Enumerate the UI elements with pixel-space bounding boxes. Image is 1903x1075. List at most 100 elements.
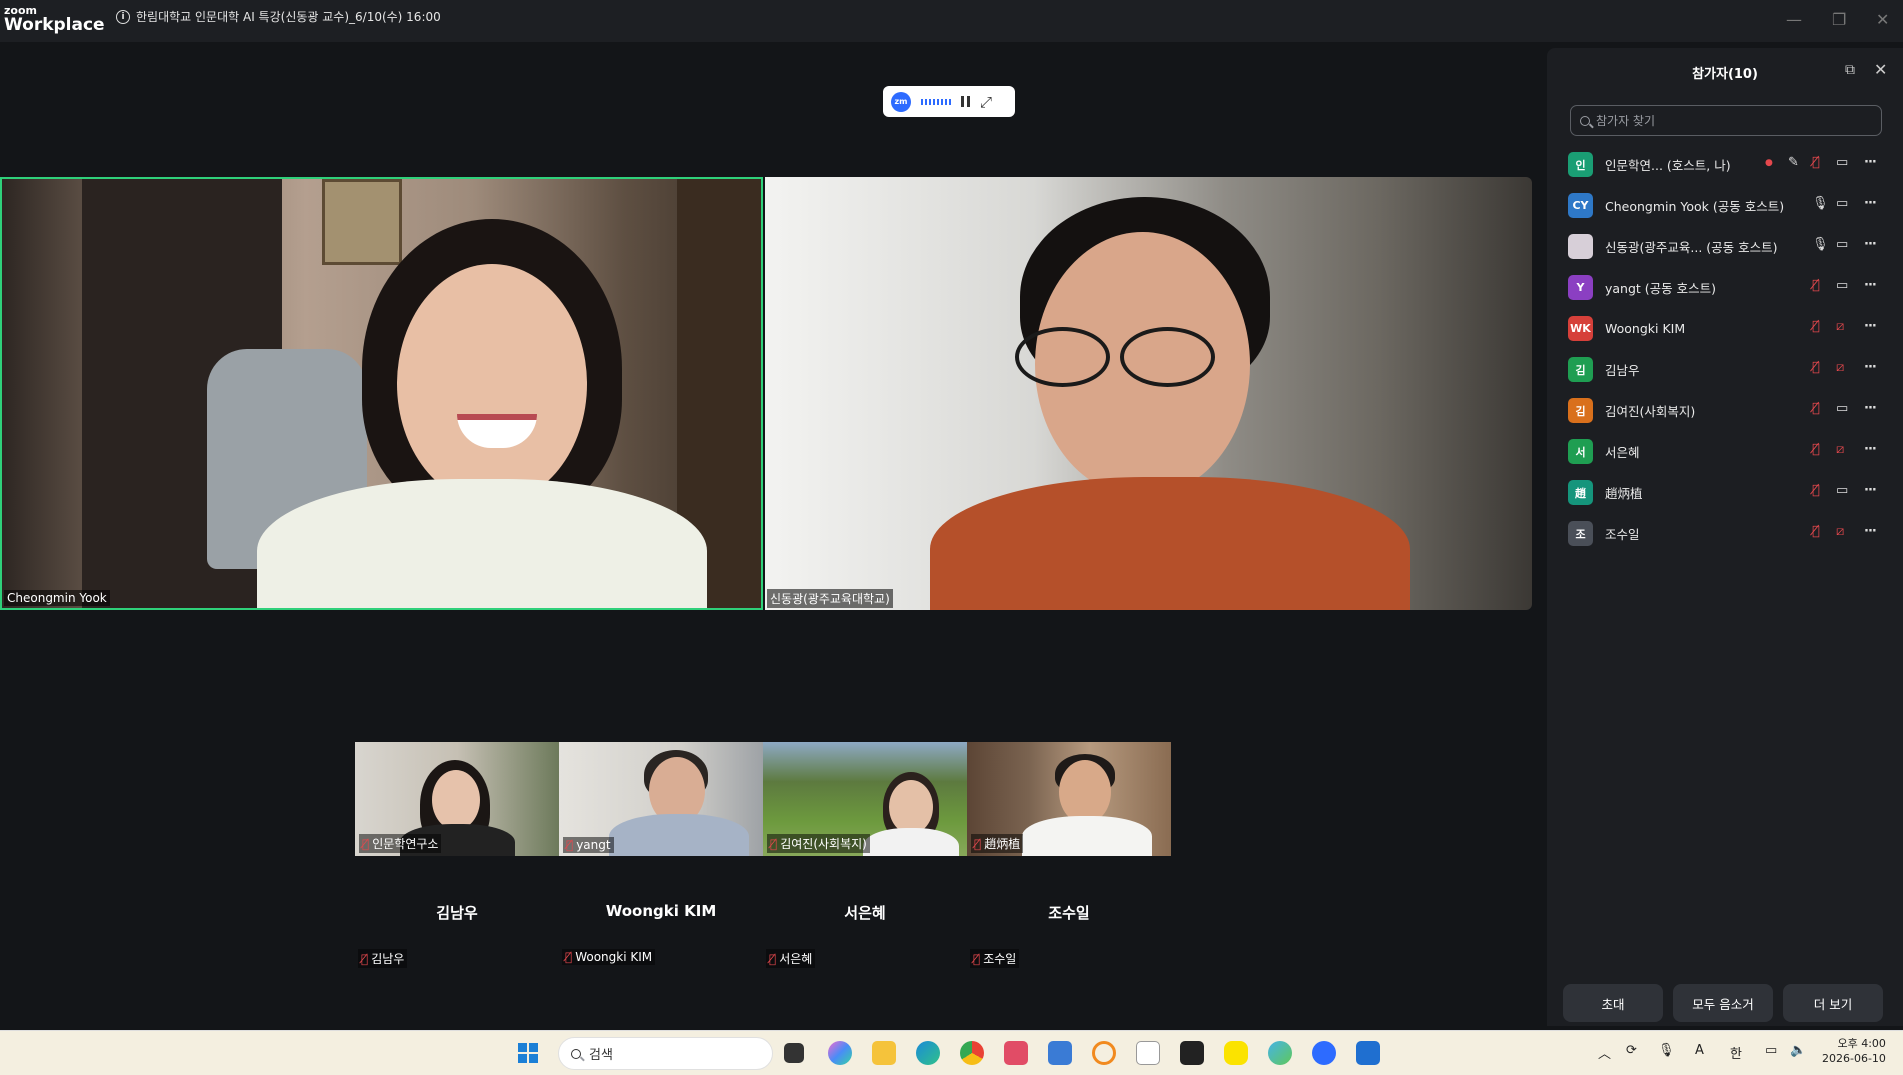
zoom-app-icon[interactable] xyxy=(1312,1041,1336,1065)
close-window-icon[interactable]: ✕ xyxy=(1876,10,1889,29)
more-icon[interactable]: ··· xyxy=(1864,197,1877,210)
no-video-label[interactable]: 🎙̸ 조수일 xyxy=(970,949,1020,968)
more-options-button[interactable]: 더 보기 xyxy=(1783,984,1883,1022)
microphone-icon[interactable]: 🎙 xyxy=(1658,1043,1675,1058)
mic-muted-icon[interactable]: 🎙̸ xyxy=(1812,484,1820,497)
video-icon[interactable]: ▭ xyxy=(1836,402,1848,415)
more-icon[interactable]: ··· xyxy=(1864,320,1877,333)
file-explorer-icon[interactable] xyxy=(872,1041,896,1065)
ime-mode-hangul[interactable]: 한 xyxy=(1730,1043,1742,1062)
copilot-icon[interactable] xyxy=(828,1041,852,1065)
video-icon[interactable]: ▭ xyxy=(1836,238,1848,251)
participant-name-label: 신동광(광주교육대학교) xyxy=(767,589,893,608)
video-tile-small[interactable]: 🎙̸ yangt xyxy=(559,742,763,856)
network-icon[interactable]: ▭ xyxy=(1765,1043,1777,1058)
edge-icon[interactable] xyxy=(916,1041,940,1065)
more-icon[interactable]: ··· xyxy=(1864,402,1877,415)
outlook-icon[interactable] xyxy=(1356,1041,1380,1065)
participant-row[interactable]: Yyangt (공동 호스트) 🎙̸ ▭ ··· xyxy=(1547,267,1903,308)
participant-row[interactable]: 趙趙炳植 🎙̸ ▭ ··· xyxy=(1547,472,1903,513)
info-icon[interactable]: i xyxy=(116,9,130,24)
task-view-icon[interactable] xyxy=(784,1043,804,1063)
minimize-icon[interactable]: — xyxy=(1786,10,1802,29)
video-icon[interactable]: ▭ xyxy=(1836,197,1848,210)
participant-name-label: 🎙̸ 김여진(사회복지) xyxy=(767,834,870,853)
mic-icon[interactable]: 🎙 xyxy=(1812,197,1829,210)
participant-row[interactable]: 서 서은혜 🎙̸ ⧄ ··· xyxy=(1547,431,1903,472)
globe-icon[interactable] xyxy=(1268,1041,1292,1065)
participant-name: yangt (공동 호스트) xyxy=(1605,281,1717,296)
participant-row[interactable]: 김 김남우 🎙̸ ⧄ ··· xyxy=(1547,349,1903,390)
mic-muted-icon[interactable]: 🎙̸ xyxy=(1812,361,1820,374)
video-tile-small[interactable]: 🎙̸ 김여진(사회복지) xyxy=(763,742,967,856)
video-tile-speaker[interactable]: Cheongmin Yook xyxy=(0,177,763,610)
no-video-label[interactable]: 🎙̸ Woongki KIM xyxy=(562,949,656,965)
more-icon[interactable]: ··· xyxy=(1864,279,1877,292)
no-video-label[interactable]: 🎙̸ 김남우 xyxy=(358,949,408,968)
video-off-icon[interactable]: ⧄ xyxy=(1836,443,1844,456)
show-hidden-icons[interactable]: ︿ xyxy=(1598,1043,1611,1062)
chrome-icon[interactable] xyxy=(960,1041,984,1065)
mic-muted-icon: 🎙̸ xyxy=(770,836,778,851)
expand-icon[interactable]: ⤢ xyxy=(980,93,992,111)
rename-icon[interactable]: ✎ xyxy=(1788,156,1799,169)
mic-muted-icon[interactable]: 🎙̸ xyxy=(1812,402,1820,415)
ime-mode-a[interactable]: A xyxy=(1695,1043,1704,1058)
participant-row[interactable]: 인 인문학연... (호스트, 나) ● ✎ 🎙̸ ▭ ··· xyxy=(1547,144,1903,185)
participant-controls: 🎙̸ ⧄ ··· xyxy=(1760,349,1895,390)
more-icon[interactable]: ··· xyxy=(1864,156,1877,169)
windows-start-icon[interactable] xyxy=(516,1041,540,1065)
search-app-icon[interactable] xyxy=(1092,1041,1116,1065)
participant-row[interactable]: WK Woongki KIM 🎙̸ ⧄ ··· xyxy=(1547,308,1903,349)
app-icon[interactable] xyxy=(1048,1041,1072,1065)
video-off-icon[interactable]: ⧄ xyxy=(1836,320,1844,333)
mic-icon[interactable]: 🎙 xyxy=(1812,238,1829,251)
mic-muted-icon[interactable]: 🎙̸ xyxy=(1812,443,1820,456)
system-clock[interactable]: 오후 4:00 2026-06-10 xyxy=(1822,1037,1886,1067)
video-tile-participant[interactable]: 신동광(광주교육대학교) xyxy=(765,177,1532,610)
mic-muted-icon: 🎙̸ xyxy=(361,951,369,966)
mic-muted-icon[interactable]: 🎙̸ xyxy=(1812,320,1820,333)
notepad-icon[interactable] xyxy=(1136,1041,1160,1065)
participant-search-input[interactable]: 참가자 찾기 xyxy=(1570,105,1882,136)
video-icon[interactable]: ▭ xyxy=(1836,484,1848,497)
more-icon[interactable]: ··· xyxy=(1864,238,1877,251)
mic-muted-icon[interactable]: 🎙̸ xyxy=(1812,156,1820,169)
video-icon[interactable]: ▭ xyxy=(1836,279,1848,292)
participant-row[interactable]: 조 조수일 🎙̸ ⧄ ··· xyxy=(1547,513,1903,554)
snipping-tool-icon[interactable] xyxy=(1004,1041,1028,1065)
taskbar-search[interactable]: 검색 xyxy=(558,1037,773,1070)
video-off-icon[interactable]: ⧄ xyxy=(1836,361,1844,374)
more-icon[interactable]: ··· xyxy=(1864,525,1877,538)
pause-recording-icon[interactable] xyxy=(961,96,970,107)
pop-out-icon[interactable]: ⧉ xyxy=(1845,62,1855,78)
participant-avatar: 김 xyxy=(1568,357,1593,382)
zoom-workplace-logo: zoom Workplace xyxy=(4,4,105,35)
volume-icon[interactable]: 🔈 xyxy=(1790,1043,1806,1058)
meeting-info[interactable]: i 한림대학교 인문대학 AI 특강(신동광 교수)_6/10(수) 16:00 xyxy=(116,8,441,25)
participant-name-label: 🎙̸ 인문학연구소 xyxy=(359,834,442,853)
more-icon[interactable]: ··· xyxy=(1864,361,1877,374)
no-video-name: 서은혜 xyxy=(844,904,886,922)
video-off-icon[interactable]: ⧄ xyxy=(1836,525,1844,538)
mic-muted-icon[interactable]: 🎙̸ xyxy=(1812,525,1820,538)
video-icon[interactable]: ▭ xyxy=(1836,156,1848,169)
video-tile-small[interactable]: 🎙̸ 趙炳植 xyxy=(967,742,1171,856)
sticky-notes-icon[interactable] xyxy=(1180,1041,1204,1065)
more-icon[interactable]: ··· xyxy=(1864,484,1877,497)
more-icon[interactable]: ··· xyxy=(1864,443,1877,456)
participant-row[interactable]: CY Cheongmin Yook (공동 호스트) 🎙 ▭ ··· xyxy=(1547,185,1903,226)
mic-muted-icon[interactable]: 🎙̸ xyxy=(1812,279,1820,292)
sync-icon[interactable]: ⟳ xyxy=(1626,1043,1637,1058)
mic-muted-icon: 🎙̸ xyxy=(769,951,777,966)
restore-icon[interactable]: ❐ xyxy=(1832,10,1846,29)
participant-row[interactable]: 김 김여진(사회복지) 🎙̸ ▭ ··· xyxy=(1547,390,1903,431)
close-panel-icon[interactable]: ✕ xyxy=(1874,60,1887,79)
participant-row[interactable]: 신동광(광주교육... (공동 호스트) 🎙 ▭ ··· xyxy=(1547,226,1903,267)
mute-all-button[interactable]: 모두 음소거 xyxy=(1673,984,1773,1022)
no-video-label[interactable]: 🎙̸ 서은혜 xyxy=(766,949,816,968)
invite-button[interactable]: 초대 xyxy=(1563,984,1663,1022)
kakaotalk-icon[interactable] xyxy=(1224,1041,1248,1065)
video-tile-small[interactable]: 🎙̸ 인문학연구소 xyxy=(355,742,559,856)
no-video-name: Woongki KIM xyxy=(605,902,717,920)
